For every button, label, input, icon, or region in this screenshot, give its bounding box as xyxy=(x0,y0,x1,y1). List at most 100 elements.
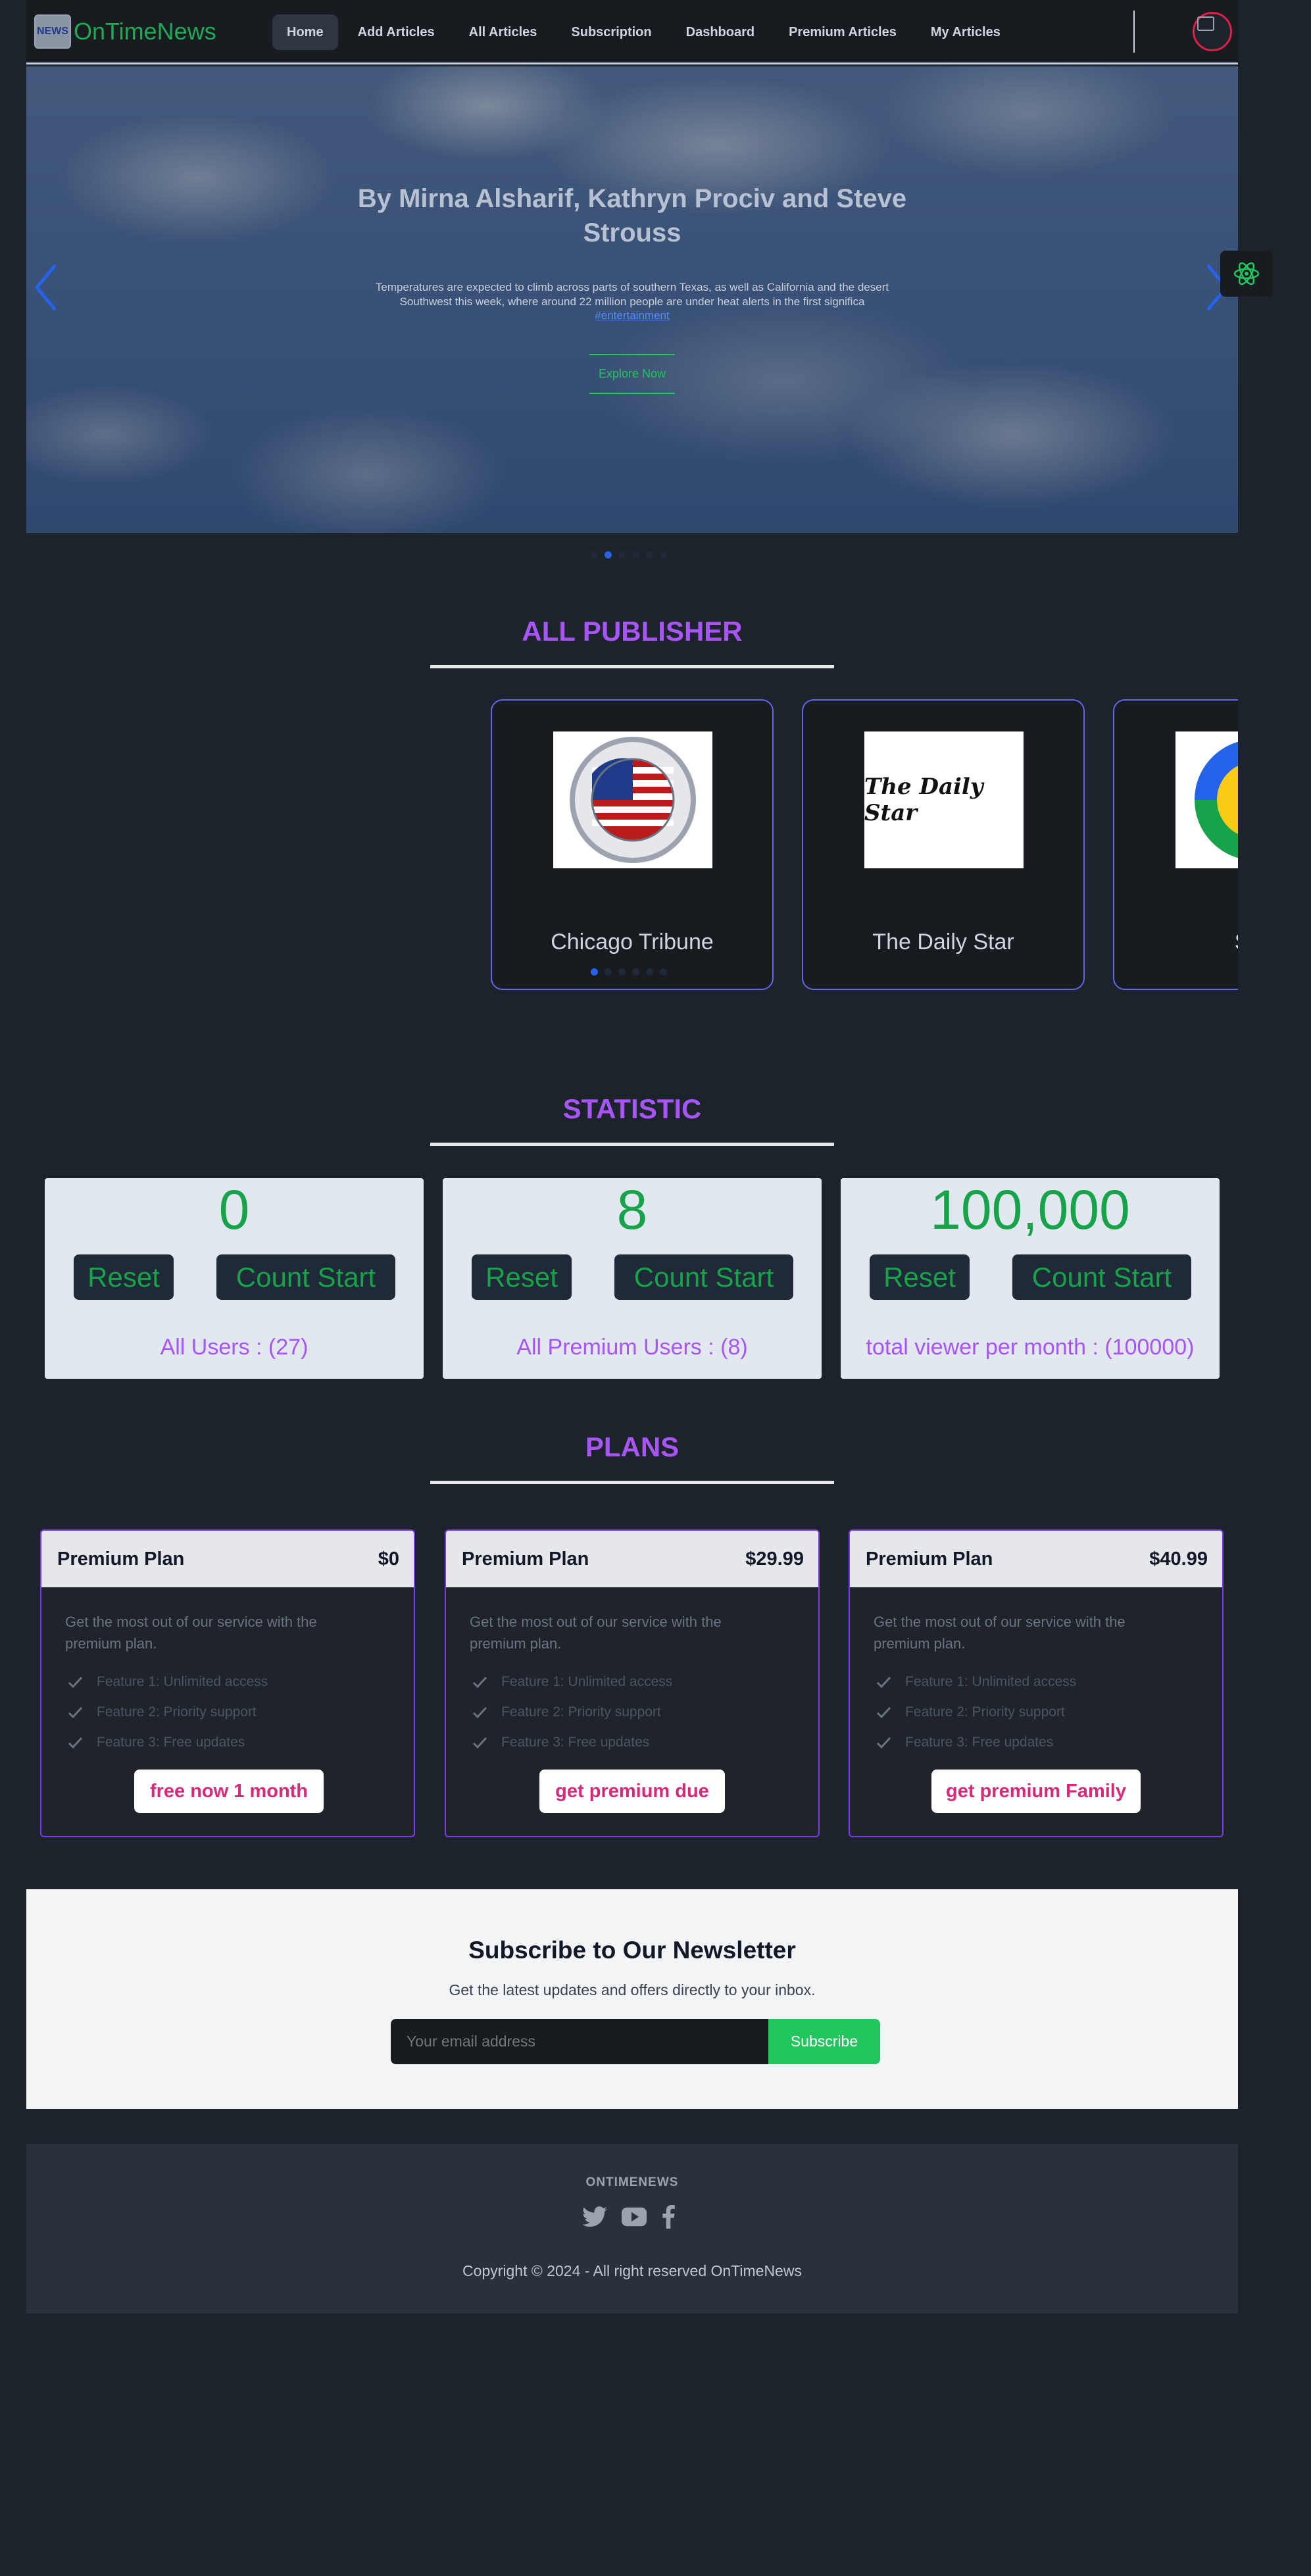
plans-title: PLANS xyxy=(585,1431,680,1462)
publisher-name: Chicago Tribune xyxy=(551,929,714,954)
publisher-card[interactable]: The Daily Star The Daily Star xyxy=(802,699,1085,990)
publisher-carousel-dots xyxy=(591,968,667,976)
nav-link-home[interactable]: Home xyxy=(272,14,338,50)
nav-link-subscription[interactable]: Subscription xyxy=(557,14,666,50)
twitter-icon[interactable] xyxy=(582,2206,607,2227)
stat-value: 100,000 xyxy=(930,1179,1130,1241)
carousel-dot[interactable] xyxy=(632,968,639,976)
publisher-card[interactable]: Spo xyxy=(1113,699,1238,990)
reset-button[interactable]: Reset xyxy=(472,1254,572,1300)
carousel-dot[interactable] xyxy=(632,551,639,558)
count-start-button[interactable]: Count Start xyxy=(1012,1254,1191,1300)
plan-price: $0 xyxy=(378,1548,399,1570)
get-premium-family-button[interactable]: get premium Family xyxy=(931,1770,1141,1813)
check-icon xyxy=(68,1737,83,1749)
brand-name: OnTimeNews xyxy=(74,18,216,45)
nav-link-add-articles[interactable]: Add Articles xyxy=(343,14,449,50)
social-links xyxy=(582,2205,676,2229)
carousel-dot-active[interactable] xyxy=(591,968,598,976)
newsletter-section: Subscribe to Our Newsletter Get the late… xyxy=(26,1889,1238,2109)
count-start-button[interactable]: Count Start xyxy=(614,1254,793,1300)
atom-widget-icon[interactable] xyxy=(1220,251,1273,297)
nav-divider xyxy=(1133,11,1135,53)
hero-tag-link[interactable]: #entertainment xyxy=(595,309,669,322)
facebook-icon[interactable] xyxy=(661,2205,676,2229)
brand[interactable]: NEWS OnTimeNews xyxy=(34,14,216,49)
daily-star-logo-text: The Daily Star xyxy=(864,774,983,826)
carousel-dot[interactable] xyxy=(618,968,626,976)
plan-price: $40.99 xyxy=(1149,1548,1208,1570)
statistic-title: STATISTIC xyxy=(562,1093,702,1124)
check-icon xyxy=(472,1737,487,1749)
reset-button[interactable]: Reset xyxy=(74,1254,174,1300)
plan-description: Get the most out of our service with the… xyxy=(874,1614,1125,1652)
reset-button[interactable]: Reset xyxy=(870,1254,970,1300)
plan-feature-text: Feature 1: Unlimited access xyxy=(501,1674,673,1689)
hero-carousel: By Mirna Alsharif, Kathryn Prociv and St… xyxy=(26,66,1238,533)
plan-feature-text: Feature 2: Priority support xyxy=(501,1704,661,1720)
nav-link-dashboard[interactable]: Dashboard xyxy=(672,14,769,50)
carousel-dot[interactable] xyxy=(660,968,667,976)
alaska-seal-logo xyxy=(553,731,712,868)
copyright-text: Copyright © 2024 - All right reserved On… xyxy=(462,2262,802,2279)
stat-card-premium-users: 8 Reset Count Start All Premium Users : … xyxy=(443,1178,822,1379)
stat-value: 0 xyxy=(218,1179,250,1241)
explore-now-button[interactable]: Explore Now xyxy=(589,354,676,394)
carousel-dot[interactable] xyxy=(605,968,612,976)
plan-feature: Feature 3: Free updates xyxy=(874,1733,1053,1752)
plan-header: Premium Plan $29.99 xyxy=(446,1531,818,1587)
brand-logo: NEWS xyxy=(34,14,71,49)
stat-card-viewers: 100,000 Reset Count Start total viewer p… xyxy=(841,1178,1220,1379)
carousel-dot[interactable] xyxy=(646,551,653,558)
plan-card-due: Premium Plan $29.99 Get the most out of … xyxy=(445,1529,820,1837)
hero-text: Temperatures are expected to climb acros… xyxy=(375,281,889,308)
youtube-icon[interactable] xyxy=(622,2207,647,2227)
daily-star-logo: The Daily Star xyxy=(864,731,1024,868)
carousel-dot[interactable] xyxy=(660,551,667,558)
nav-link-premium-articles[interactable]: Premium Articles xyxy=(774,14,911,50)
plan-feature-text: Feature 3: Free updates xyxy=(905,1735,1054,1750)
nav-link-all-articles[interactable]: All Articles xyxy=(455,14,552,50)
check-icon xyxy=(68,1706,83,1719)
subscribe-button[interactable]: Subscribe xyxy=(768,2019,880,2064)
plan-feature-text: Feature 3: Free updates xyxy=(97,1735,245,1750)
navbar: NEWS OnTimeNews Home Add Articles All Ar… xyxy=(26,0,1238,64)
carousel-dot[interactable] xyxy=(591,551,598,558)
carousel-dot[interactable] xyxy=(646,968,653,976)
plan-feature: Feature 1: Unlimited access xyxy=(470,1672,672,1692)
plan-name: Premium Plan xyxy=(462,1548,589,1570)
free-trial-button[interactable]: free now 1 month xyxy=(134,1770,324,1813)
plan-feature-text: Feature 2: Priority support xyxy=(905,1704,1065,1720)
plans-divider xyxy=(430,1481,834,1484)
check-icon xyxy=(472,1676,487,1689)
count-start-button[interactable]: Count Start xyxy=(216,1254,395,1300)
newsletter-title: Subscribe to Our Newsletter xyxy=(468,1937,796,1964)
get-premium-due-button[interactable]: get premium due xyxy=(539,1770,725,1813)
plan-feature: Feature 1: Unlimited access xyxy=(65,1672,268,1692)
stat-value: 8 xyxy=(616,1179,648,1241)
carousel-dot-active[interactable] xyxy=(605,551,612,558)
check-icon xyxy=(876,1676,891,1689)
publisher-card[interactable]: Chicago Tribune xyxy=(491,699,774,990)
statistic-divider xyxy=(430,1143,834,1146)
user-avatar[interactable] xyxy=(1193,12,1232,51)
plan-feature: Feature 1: Unlimited access xyxy=(874,1672,1076,1692)
email-input[interactable] xyxy=(391,2019,768,2064)
check-icon xyxy=(876,1737,891,1749)
plan-feature: Feature 2: Priority support xyxy=(874,1702,1065,1722)
nav-link-my-articles[interactable]: My Articles xyxy=(916,14,1015,50)
plan-price: $29.99 xyxy=(745,1548,804,1570)
plan-name: Premium Plan xyxy=(57,1548,185,1570)
carousel-dot[interactable] xyxy=(618,551,626,558)
plan-feature: Feature 2: Priority support xyxy=(470,1702,661,1722)
plan-card-family: Premium Plan $40.99 Get the most out of … xyxy=(849,1529,1224,1837)
footer: ONTIMENEWS Copyright © 2024 - All right … xyxy=(26,2144,1238,2314)
newsletter-text: Get the latest updates and offers direct… xyxy=(449,1981,816,1998)
footer-brand: ONTIMENEWS xyxy=(585,2175,679,2189)
plan-feature-text: Feature 1: Unlimited access xyxy=(97,1674,268,1689)
plan-name: Premium Plan xyxy=(866,1548,993,1570)
plan-feature: Feature 2: Priority support xyxy=(65,1702,257,1722)
plan-feature-text: Feature 2: Priority support xyxy=(97,1704,257,1720)
plan-feature-text: Feature 3: Free updates xyxy=(501,1735,650,1750)
chevron-left-icon[interactable] xyxy=(33,261,59,314)
